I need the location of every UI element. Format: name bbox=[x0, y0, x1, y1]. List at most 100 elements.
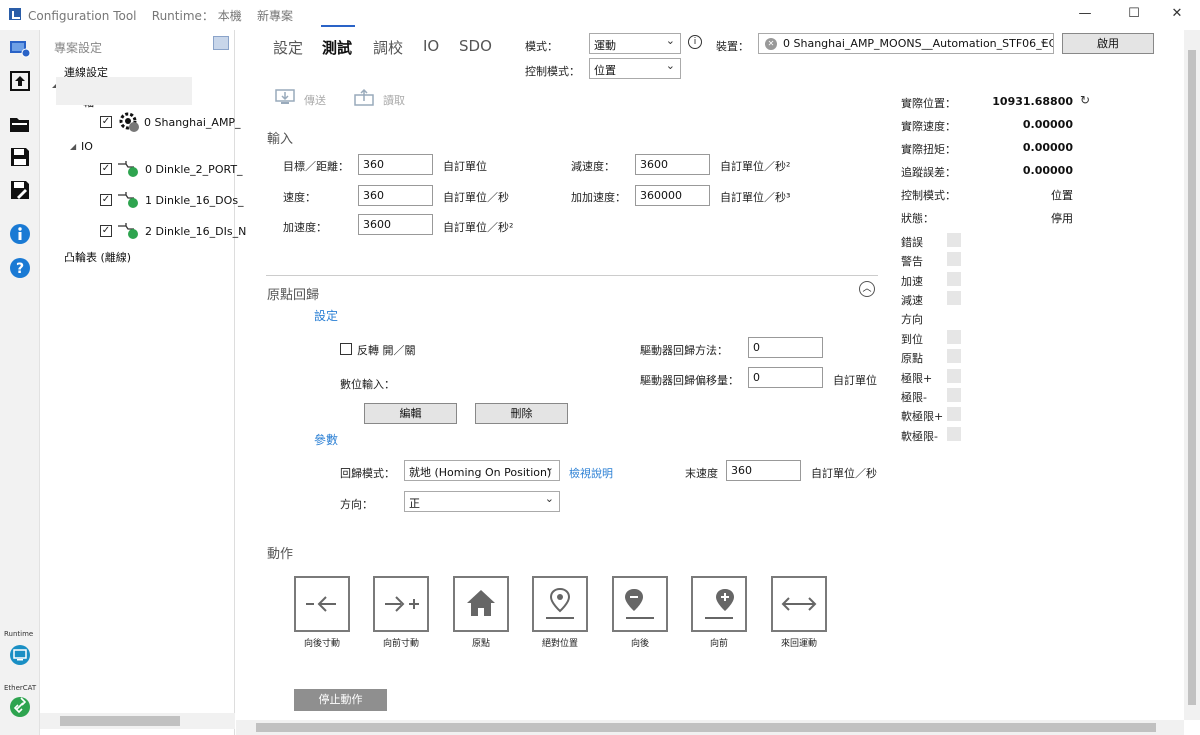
actual-speed-label: 實際速度： bbox=[901, 120, 956, 133]
mode-select[interactable]: 運動 bbox=[589, 33, 681, 54]
accel-input[interactable]: 3600 bbox=[358, 214, 433, 235]
transfer-icon[interactable] bbox=[274, 87, 296, 107]
home-button[interactable] bbox=[453, 576, 509, 632]
upload-icon[interactable] bbox=[9, 70, 31, 92]
io-item-checkbox-1[interactable]: ✓ bbox=[100, 194, 112, 206]
tab-settings[interactable]: 設定 bbox=[273, 37, 303, 58]
jerk-label: 加加速度： bbox=[571, 191, 626, 204]
project-panel-hscrollbar[interactable] bbox=[40, 713, 235, 729]
tab-sdo[interactable]: SDO bbox=[459, 37, 492, 55]
tree-io-item-1[interactable]: 1 Dinkle_16_DOs_ bbox=[145, 194, 244, 207]
minimize-button[interactable]: — bbox=[1070, 4, 1100, 24]
delete-button[interactable]: 刪除 bbox=[475, 403, 568, 424]
tab-io[interactable]: IO bbox=[423, 37, 439, 55]
indicator-limit-plus-led bbox=[947, 369, 961, 383]
enable-button[interactable]: 啟用 bbox=[1062, 33, 1154, 54]
jerk-input[interactable]: 360000 bbox=[635, 185, 710, 206]
io-module-icon bbox=[116, 189, 140, 209]
reverse-checkbox[interactable] bbox=[340, 343, 352, 355]
tree-io-item-0[interactable]: 0 Dinkle_2_PORT_ bbox=[145, 163, 243, 176]
direction-select[interactable]: 正 bbox=[404, 491, 560, 512]
reset-position-icon[interactable]: ↻ bbox=[1080, 93, 1090, 107]
title-bar: Configuration Tool Runtime： 本機 新專案 — ☐ ✕ bbox=[0, 0, 1200, 30]
reverse-label: 反轉 開／關 bbox=[357, 344, 416, 357]
driver-method-input[interactable]: 0 bbox=[748, 337, 823, 358]
mode-info-icon[interactable]: i bbox=[688, 35, 702, 49]
project-settings-icon[interactable] bbox=[9, 37, 31, 59]
jog-backward-label: 向後寸動 bbox=[303, 639, 340, 649]
open-folder-icon[interactable] bbox=[9, 113, 31, 135]
edit-button[interactable]: 編輯 bbox=[364, 403, 457, 424]
tab-test[interactable]: 測試 bbox=[322, 37, 352, 58]
expand-io-icon[interactable]: ◢ bbox=[70, 142, 76, 151]
stop-motion-button[interactable]: 停止動作 bbox=[294, 689, 387, 711]
homing-settings-title: 設定 bbox=[314, 309, 339, 323]
actions-section-title: 動作 bbox=[267, 547, 294, 562]
state-label: 狀態： bbox=[901, 212, 934, 225]
device-select[interactable]: 0 Shanghai_AMP_MOONS__Automation_STF06_E… bbox=[758, 33, 1054, 54]
accel-unit: 自訂單位／秒² bbox=[443, 221, 514, 234]
tree-cam-table[interactable]: 凸輪表 (離線) bbox=[64, 249, 131, 265]
accel-label: 加速度： bbox=[283, 221, 327, 234]
move-forward-button[interactable] bbox=[691, 576, 747, 632]
decel-unit: 自訂單位／秒² bbox=[720, 160, 791, 173]
tree-io-item-2[interactable]: 2 Dinkle_16_DIs_N bbox=[145, 225, 246, 238]
tree-axis-item-label[interactable]: 0 Shanghai_AMP_ bbox=[144, 116, 241, 129]
indicator-home-led bbox=[947, 349, 961, 363]
jerk-unit: 自訂單位／秒³ bbox=[720, 191, 791, 204]
move-backward-icon bbox=[625, 589, 654, 619]
reciprocate-button[interactable] bbox=[771, 576, 827, 632]
speed-label: 速度： bbox=[283, 191, 316, 204]
homing-mode-label: 回歸模式： bbox=[340, 467, 395, 480]
tree-io[interactable]: IO bbox=[81, 140, 93, 153]
transfer-button[interactable]: 傳送 bbox=[304, 92, 326, 108]
driver-offset-unit: 自訂單位 bbox=[833, 374, 877, 387]
indicator-soft-limit-plus-led bbox=[947, 407, 961, 421]
read-icon[interactable] bbox=[353, 87, 375, 107]
driver-method-label: 驅動器回歸方法： bbox=[640, 344, 728, 357]
runtime-monitor-icon[interactable] bbox=[9, 644, 31, 666]
end-speed-input[interactable]: 360 bbox=[726, 460, 801, 481]
target-input[interactable]: 360 bbox=[358, 154, 433, 175]
actual-speed-value: 0.00000 bbox=[1022, 118, 1073, 131]
jog-backward-button[interactable] bbox=[294, 576, 350, 632]
view-help-link[interactable]: 檢視說明 bbox=[569, 465, 613, 481]
device-label: 裝置： bbox=[716, 40, 749, 53]
io-item-checkbox-2[interactable]: ✓ bbox=[100, 225, 112, 237]
ethercat-link-icon[interactable] bbox=[9, 696, 31, 718]
read-button[interactable]: 讀取 bbox=[383, 92, 405, 108]
axis-item-checkbox[interactable]: ✓ bbox=[100, 116, 112, 128]
move-backward-button[interactable] bbox=[612, 576, 668, 632]
speed-input[interactable]: 360 bbox=[358, 185, 433, 206]
info-icon[interactable] bbox=[9, 223, 31, 245]
control-mode-select[interactable]: 位置 bbox=[589, 58, 681, 79]
indicator-limit-minus-label: 極限- bbox=[901, 391, 927, 404]
indicator-direction-label: 方向 bbox=[901, 313, 923, 326]
home-icon bbox=[467, 590, 495, 616]
save-as-icon[interactable] bbox=[9, 179, 31, 201]
tree-axis-item-selected[interactable] bbox=[56, 77, 192, 105]
homing-mode-select[interactable]: 就地 (Homing On Position) bbox=[404, 460, 560, 481]
actual-torque-label: 實際扭矩： bbox=[901, 143, 956, 156]
close-button[interactable]: ✕ bbox=[1162, 4, 1192, 24]
maximize-button[interactable]: ☐ bbox=[1119, 4, 1149, 24]
pin-icon[interactable] bbox=[213, 36, 229, 50]
mode-label: 模式： bbox=[525, 40, 558, 53]
main-horizontal-scrollbar[interactable] bbox=[236, 720, 1184, 735]
runtime-label: Runtime bbox=[4, 630, 34, 638]
main-vertical-scrollbar[interactable] bbox=[1184, 30, 1200, 720]
driver-offset-input[interactable]: 0 bbox=[748, 367, 823, 388]
homing-params-title: 參數 bbox=[314, 433, 339, 447]
absolute-position-button[interactable] bbox=[532, 576, 588, 632]
target-unit: 自訂單位 bbox=[443, 160, 487, 173]
collapse-chevron-icon[interactable]: ︿ bbox=[859, 281, 875, 297]
decel-input[interactable]: 3600 bbox=[635, 154, 710, 175]
help-icon[interactable]: ? bbox=[9, 257, 31, 279]
save-icon[interactable] bbox=[9, 146, 31, 168]
jog-forward-label: 向前寸動 bbox=[382, 639, 419, 649]
tab-tuning[interactable]: 調校 bbox=[373, 37, 403, 58]
io-item-checkbox-0[interactable]: ✓ bbox=[100, 163, 112, 175]
move-forward-icon bbox=[705, 589, 734, 619]
project-panel: 專案設定 連線設定 ◢ 裝置 ◢ 軸 bbox=[40, 30, 235, 735]
jog-forward-button[interactable] bbox=[373, 576, 429, 632]
